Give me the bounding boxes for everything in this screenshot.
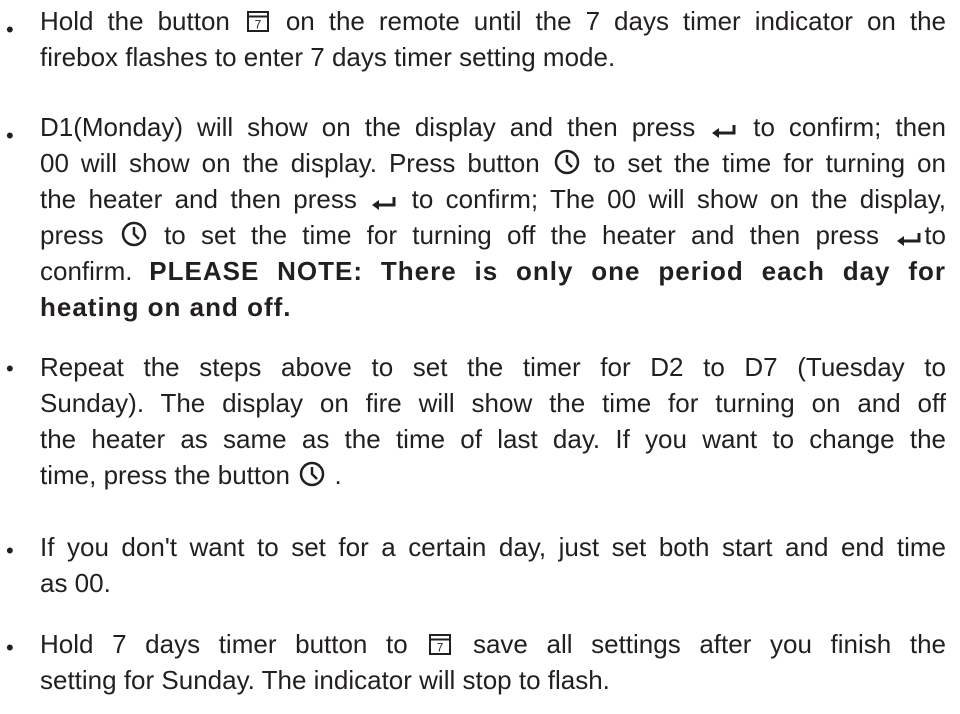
text-segment: to	[924, 220, 946, 250]
text-line: setting for Sunday. The indicator will s…	[40, 664, 946, 696]
text-segment: 00 will show on the display. Press butto…	[40, 148, 552, 178]
manual-page: { "bullets": [ { "lines": [ {"a": "Hold …	[0, 0, 960, 714]
enter-arrow-icon	[897, 233, 921, 246]
enter-arrow-icon	[712, 125, 736, 138]
text-line: heating on and off.	[40, 291, 946, 323]
bullet-marker: •	[6, 356, 14, 381]
text-line: confirm. PLEASE NOTE: There is only one …	[40, 255, 946, 287]
text-segment: Sunday). The display on fire will show t…	[40, 388, 946, 418]
text-line: D1(Monday) will show on the display and …	[40, 111, 946, 143]
text-segment: If you don't want to set for a certain d…	[40, 532, 946, 562]
text-line: Hold the button 7 on the remote until th…	[40, 5, 946, 37]
text-line: the heater as same as the time of last d…	[40, 423, 946, 455]
calendar-7-icon: 7	[246, 11, 269, 32]
text-line: firebox flashes to enter 7 days timer se…	[40, 41, 946, 73]
bullet-marker: •	[6, 635, 14, 660]
calendar-7-icon: 7	[429, 634, 452, 655]
clock-icon	[554, 149, 579, 175]
text-segment: save all settings after you finish the	[454, 629, 946, 659]
text-segment: to confirm; The 00 will show on the disp…	[399, 184, 947, 214]
bullet-marker: •	[6, 538, 14, 563]
text-line: 00 will show on the display. Press butto…	[40, 147, 946, 179]
text-segment: Repeat the steps above to set the timer …	[40, 352, 946, 382]
text-segment: on the remote until the 7 days timer ind…	[271, 6, 946, 36]
text-line: If you don't want to set for a certain d…	[40, 531, 946, 563]
text-line: Hold 7 days timer button to 7 save all s…	[40, 628, 946, 660]
text-segment: setting for Sunday. The indicator will s…	[40, 665, 610, 695]
text-line: the heater and then press to confirm; Th…	[40, 183, 946, 215]
text-segment: firebox flashes to enter 7 days timer se…	[40, 42, 616, 72]
text-segment: Hold the button	[40, 6, 244, 36]
text-line: time, press the button .	[40, 459, 946, 491]
text-segment: .	[327, 460, 342, 490]
bullet-marker: •	[6, 17, 14, 42]
text-segment: to set the time for turning off the heat…	[148, 220, 895, 250]
clock-icon	[121, 221, 147, 247]
text-segment: time, press the button	[40, 460, 298, 490]
note-bold-text: PLEASE NOTE: There is only one period ea…	[149, 256, 946, 286]
calendar-icon-day: 7	[255, 18, 262, 32]
text-segment: to set the time for turning on	[581, 148, 946, 178]
text-segment: to confirm; then	[739, 112, 946, 142]
text-segment: the heater as same as the time of last d…	[40, 424, 946, 454]
text-line: Sunday). The display on fire will show t…	[40, 387, 946, 419]
bullet-marker: •	[6, 123, 14, 148]
text-line: as 00.	[40, 567, 946, 599]
calendar-icon-day: 7	[437, 641, 444, 655]
text-segment: D1(Monday) will show on the display and …	[40, 112, 710, 142]
text-segment: confirm.	[40, 256, 150, 286]
text-segment: press	[40, 220, 119, 250]
text-segment: the heater and then press	[40, 184, 370, 214]
enter-arrow-icon	[372, 197, 396, 210]
text-line: Repeat the steps above to set the timer …	[40, 351, 946, 383]
text-line: press to set the time for turning off th…	[40, 219, 946, 251]
text-segment: Hold 7 days timer button to	[40, 629, 427, 659]
clock-icon	[300, 461, 325, 487]
note-bold-text: heating on and off.	[40, 292, 292, 322]
text-segment: as 00.	[40, 568, 111, 598]
